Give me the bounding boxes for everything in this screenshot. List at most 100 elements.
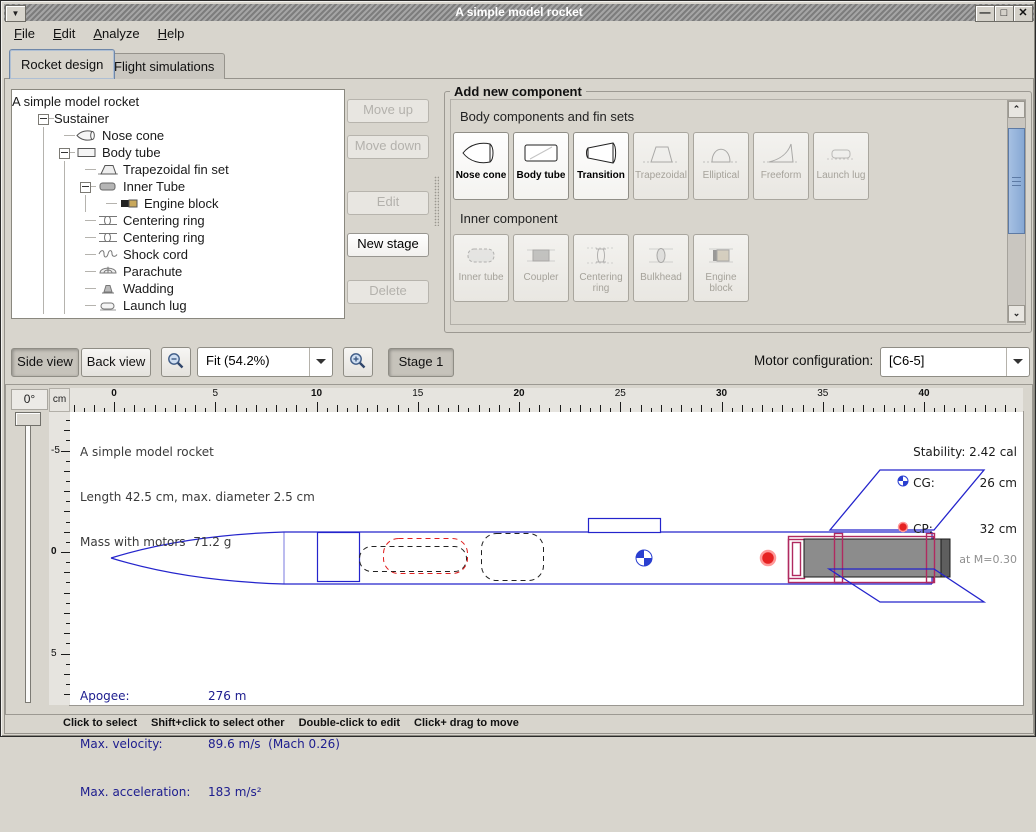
rotation-slider[interactable] [25, 414, 31, 703]
minimize-button[interactable]: — [975, 5, 995, 22]
component-button-nose-cone[interactable]: Nose cone [453, 132, 509, 200]
chevron-down-icon [1006, 348, 1029, 376]
tree-item-nose-cone[interactable]: Nose cone [12, 127, 344, 144]
tree-indent [12, 229, 33, 246]
tree-indent [12, 280, 33, 297]
vertical-splitter[interactable] [434, 176, 439, 226]
tree-collapse-icon[interactable] [33, 110, 54, 127]
tree-indent [54, 246, 75, 263]
tree-collapse-icon[interactable] [75, 178, 96, 195]
component-tree[interactable]: A simple model rocketSustainerNose coneB… [11, 89, 345, 319]
zoom-level-select[interactable]: Fit (54.2%) [197, 347, 333, 377]
component-button-label: Freeform [754, 170, 808, 181]
menu-analyze[interactable]: Analyze [84, 22, 148, 45]
new-stage-button[interactable]: New stage [347, 233, 429, 257]
component-button-elliptical: Elliptical [693, 132, 749, 200]
body-tube-icon [75, 145, 99, 160]
tree-connector [75, 246, 96, 263]
tree-item-label: Engine block [144, 195, 218, 212]
motor-configuration-value: [C6-5] [889, 348, 924, 374]
tree-indent [54, 263, 75, 280]
tree-indent [12, 297, 33, 314]
tree-item-engine-block[interactable]: Engine block [12, 195, 344, 212]
fin-free-icon [759, 138, 803, 168]
tree-item-launch-lug[interactable]: Launch lug [12, 297, 344, 314]
tree-indent [33, 229, 54, 246]
ruler-tick [1005, 405, 1006, 412]
tree-item-label: Trapezoidal fin set [123, 161, 229, 178]
vertical-ruler: -505 [49, 412, 70, 705]
menu-edit[interactable]: Edit [44, 22, 84, 45]
tree-indent [33, 144, 54, 161]
tree-item-body-tube[interactable]: Body tube [12, 144, 344, 161]
tree-indent [12, 212, 33, 229]
close-button[interactable]: ✕ [1013, 5, 1033, 22]
tree-indent [54, 178, 75, 195]
tree-indent [54, 280, 75, 297]
tree-indent [54, 212, 75, 229]
component-button-freeform: Freeform [753, 132, 809, 200]
component-button-launch-lug: Launch lug [813, 132, 869, 200]
component-button-label: Bulkhead [634, 272, 688, 283]
tree-item-inner-tube[interactable]: Inner Tube [12, 178, 344, 195]
menu-bar: FileEditAnalyzeHelp [5, 22, 1033, 45]
motor-configuration-label: Motor configuration: [754, 353, 873, 368]
add-component-title: Add new component [450, 84, 586, 99]
launch-lug-icon [96, 298, 120, 313]
rotation-slider-handle[interactable] [15, 412, 41, 426]
menu-file[interactable]: File [5, 22, 44, 45]
ruler-number: 40 [918, 388, 929, 399]
back-view-button[interactable]: Back view [81, 348, 151, 377]
tree-item-centering-ring[interactable]: Centering ring [12, 229, 344, 246]
bulkhead-icon [639, 240, 683, 270]
component-button-transition[interactable]: Transition [573, 132, 629, 200]
component-button-body-tube[interactable]: Body tube [513, 132, 569, 200]
tree-item-shock-cord[interactable]: Shock cord [12, 246, 344, 263]
scroll-up-icon[interactable]: ⌃ [1008, 101, 1025, 118]
side-view-button[interactable]: Side view [11, 348, 79, 377]
tree-item-wadding[interactable]: Wadding [12, 280, 344, 297]
tree-collapse-icon[interactable] [54, 144, 75, 161]
shock-cord-outline[interactable] [360, 547, 467, 572]
tree-item-sustainer[interactable]: Sustainer [12, 110, 344, 127]
ruler-unit-label: cm [49, 388, 70, 412]
ruler-number: 0 [111, 388, 117, 399]
scrollbar-thumb[interactable] [1008, 128, 1025, 234]
ruler-tick [539, 405, 540, 412]
tree-item-a-simple-model-rocket[interactable]: A simple model rocket [12, 93, 344, 110]
ruler-tick [94, 405, 95, 412]
status-tip: Shift+click to select other [151, 717, 285, 729]
zoom-out-button[interactable] [161, 347, 191, 377]
scroll-down-icon[interactable]: ⌄ [1008, 305, 1025, 322]
tree-item-trapezoidal-fin-set[interactable]: Trapezoidal fin set [12, 161, 344, 178]
tree-connector [75, 212, 96, 229]
component-scrollbar[interactable]: ⌃ ⌄ [1007, 100, 1026, 323]
ruler-number: 30 [716, 388, 727, 399]
tree-indent [12, 246, 33, 263]
cg-icon [897, 475, 909, 487]
tree-indent [33, 212, 54, 229]
tree-item-parachute[interactable]: Parachute [12, 263, 344, 280]
nose-shoulder-outline[interactable] [318, 533, 360, 582]
motor-configuration-select[interactable]: [C6-5] [880, 347, 1030, 377]
menu-help[interactable]: Help [149, 22, 194, 45]
status-tip: Click to select [63, 717, 137, 729]
ruler-tick [742, 405, 743, 412]
maximize-button[interactable]: □ [994, 5, 1014, 22]
tree-connector [75, 280, 96, 297]
tab-flight-simulations[interactable]: Flight simulations [103, 53, 225, 79]
stage-1-toggle[interactable]: Stage 1 [388, 348, 454, 377]
tree-item-centering-ring[interactable]: Centering ring [12, 212, 344, 229]
component-button-label: Body tube [514, 170, 568, 181]
window-menu-icon[interactable]: ▼ [5, 5, 26, 22]
ruler-tick [904, 405, 905, 412]
parachute-outline[interactable] [384, 539, 468, 574]
launch-lug-outline[interactable] [589, 519, 661, 533]
zoom-in-button[interactable] [343, 347, 373, 377]
component-button-label: Elliptical [694, 170, 748, 181]
ruler-tick [74, 405, 75, 412]
tab-rocket-design[interactable]: Rocket design [9, 49, 115, 79]
engine-block-outline[interactable] [789, 540, 805, 579]
wadding-outline[interactable] [482, 534, 544, 581]
tree-indent [33, 280, 54, 297]
